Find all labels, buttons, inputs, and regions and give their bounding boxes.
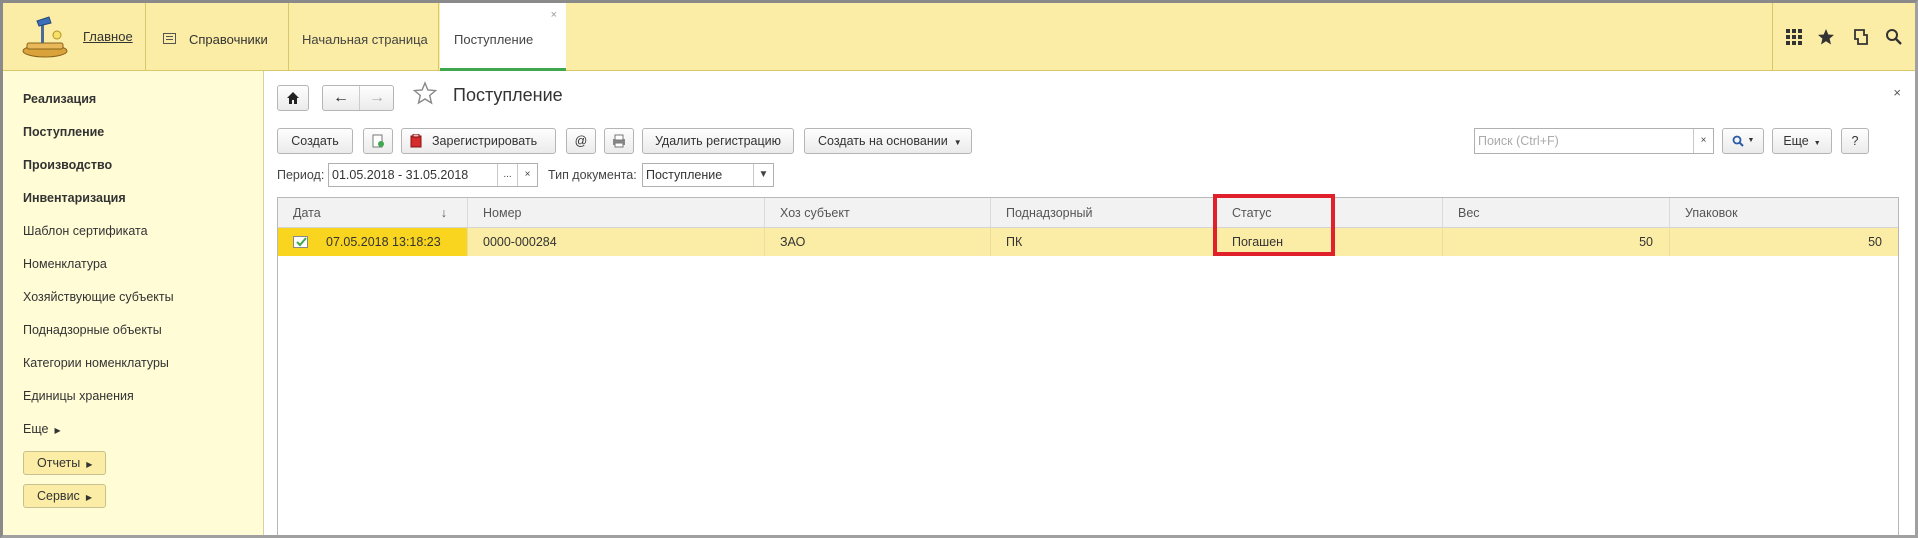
app-logo-icon <box>22 16 68 58</box>
create-button[interactable]: Создать <box>277 128 353 154</box>
house-icon <box>287 92 299 104</box>
cell-date-value: 07.05.2018 13:18:23 <box>326 235 441 249</box>
left-panel: Реализация Поступление Производство Инве… <box>3 71 264 535</box>
apps-grid-icon[interactable] <box>1785 28 1803 46</box>
home-link[interactable]: Главное <box>83 29 133 44</box>
sidebar-item-units[interactable]: Единицы хранения <box>23 389 134 403</box>
page-title: Поступление <box>453 85 563 105</box>
magnifier-icon <box>1732 135 1744 147</box>
search-icon[interactable] <box>1885 28 1903 46</box>
nav-history-group: ← → <box>322 85 394 111</box>
register-icon <box>410 134 422 148</box>
dropdown-arrow-icon: ▼ <box>1747 137 1755 144</box>
table-row[interactable]: 07.05.2018 13:18:23 0000-000284 ЗАО ПК П… <box>278 228 1898 256</box>
top-right-tools <box>1772 3 1915 71</box>
doctype-select[interactable]: Поступление ▼ <box>642 163 774 187</box>
table-header: Дата ↓ Номер Хоз субъект Поднадзорный Ст… <box>278 198 1898 228</box>
cell-weight: 50 <box>1443 228 1670 256</box>
back-arrow-icon[interactable]: ← <box>331 86 351 110</box>
reports-button[interactable]: Отчеты ▶ <box>23 451 107 475</box>
posted-document-icon <box>293 236 308 248</box>
tab-close-icon[interactable]: × <box>551 9 557 21</box>
handbooks-label: Справочники <box>189 32 268 47</box>
sort-desc-icon: ↓ <box>440 206 447 220</box>
service-button-label: Сервис <box>37 489 80 503</box>
cell-subject: ЗАО <box>765 228 991 256</box>
sidebar-item-proizvodstvo[interactable]: Производство <box>23 158 112 172</box>
column-header-subject[interactable]: Хоз субъект <box>765 198 991 228</box>
dropdown-arrow-icon[interactable]: ▼ <box>753 164 773 186</box>
history-icon[interactable] <box>1851 28 1869 46</box>
sidebar-item-supervised[interactable]: Поднадзорные объекты <box>23 323 162 337</box>
top-bar: Главное Справочники Начальная страница П… <box>3 3 1915 71</box>
tab-postuplenie-label: Поступление <box>454 32 534 47</box>
delete-registration-button[interactable]: Удалить регистрацию <box>642 128 794 154</box>
column-header-packages[interactable]: Упаковок <box>1670 198 1898 228</box>
column-header-label: Дата <box>293 206 321 220</box>
tab-start-page-label: Начальная страница <box>302 32 428 47</box>
period-select-button[interactable]: ... <box>497 164 517 186</box>
column-header-supervised[interactable]: Поднадзорный <box>991 198 1217 228</box>
doctype-value: Поступление <box>646 168 723 182</box>
favorite-star-icon[interactable] <box>413 81 437 105</box>
sidebar-item-realizatsiya[interactable]: Реализация <box>23 92 96 106</box>
status-highlight-box <box>1213 194 1335 256</box>
sidebar-item-subjects[interactable]: Хозяйствующие субъекты <box>23 290 174 304</box>
help-button[interactable]: ? <box>1841 128 1869 154</box>
dropdown-arrow-icon: ▼ <box>953 138 962 147</box>
more-button-label: Еще <box>1783 134 1809 148</box>
forward-arrow-icon[interactable]: → <box>367 86 387 110</box>
email-button[interactable]: @ <box>566 128 596 154</box>
reports-button-label: Отчеты <box>37 456 81 470</box>
period-label: Период: <box>277 168 325 182</box>
period-clear-icon[interactable]: × <box>517 164 537 186</box>
tab-postuplenie[interactable]: Поступление × <box>440 3 566 71</box>
service-button[interactable]: Сервис ▶ <box>23 484 106 508</box>
star-icon[interactable] <box>1817 28 1835 46</box>
documents-table: Дата ↓ Номер Хоз субъект Поднадзорный Ст… <box>277 197 1899 535</box>
main-content: ← → Поступление × Создать Зарегистрирова… <box>265 71 1915 535</box>
column-header-weight[interactable]: Вес <box>1443 198 1670 228</box>
chevron-right-icon: ▶ <box>54 426 61 435</box>
home-button[interactable] <box>277 85 309 111</box>
cell-packages: 50 <box>1868 235 1882 249</box>
sidebar-more-label: Еще <box>23 422 49 436</box>
home-section[interactable]: Главное <box>3 3 146 71</box>
copy-doc-icon <box>372 134 384 148</box>
doctype-label: Тип документа: <box>548 168 637 182</box>
copy-button[interactable] <box>363 128 393 154</box>
period-value: 01.05.2018 - 31.05.2018 <box>332 168 469 182</box>
printer-icon <box>613 134 625 148</box>
more-button[interactable]: Еще ▼ <box>1772 128 1832 154</box>
sidebar-item-nomenklatura[interactable]: Номенклатура <box>23 257 107 271</box>
handbooks-icon <box>163 33 176 44</box>
close-icon[interactable]: × <box>1893 85 1901 100</box>
chevron-right-icon: ▶ <box>85 493 92 502</box>
column-header-date[interactable]: Дата ↓ <box>278 198 468 228</box>
create-based-on-label: Создать на основании <box>818 134 948 148</box>
search-options-button[interactable]: ▼ <box>1722 128 1764 154</box>
search-clear-icon[interactable]: × <box>1693 129 1713 153</box>
period-field[interactable]: 01.05.2018 - 31.05.2018 ... × <box>328 163 538 187</box>
sidebar-item-categories[interactable]: Категории номенклатуры <box>23 356 169 370</box>
dropdown-arrow-icon: ▼ <box>1813 140 1821 147</box>
tab-start-page[interactable]: Начальная страница <box>289 3 439 71</box>
search-placeholder: Поиск (Ctrl+F) <box>1478 134 1559 148</box>
cell-date: 07.05.2018 13:18:23 <box>278 228 468 256</box>
column-header-number[interactable]: Номер <box>468 198 765 228</box>
print-button[interactable] <box>604 128 634 154</box>
chevron-right-icon: ▶ <box>86 460 93 469</box>
sidebar-item-postuplenie[interactable]: Поступление <box>23 125 104 139</box>
cell-supervised: ПК <box>991 228 1217 256</box>
sidebar-item-inventarizatsiya[interactable]: Инвентаризация <box>23 191 126 205</box>
nav-divider <box>359 86 360 110</box>
search-input[interactable]: Поиск (Ctrl+F) × <box>1474 128 1714 154</box>
sidebar-more-menu[interactable]: Еще ▶ <box>23 422 61 436</box>
register-button-label: Зарегистрировать <box>432 134 538 148</box>
register-button[interactable]: Зарегистрировать <box>401 128 556 154</box>
handbooks-section[interactable]: Справочники <box>146 3 289 71</box>
cell-number: 0000-000284 <box>468 228 765 256</box>
sidebar-item-shablon[interactable]: Шаблон сертификата <box>23 224 148 238</box>
create-based-on-button[interactable]: Создать на основании ▼ <box>804 128 972 154</box>
